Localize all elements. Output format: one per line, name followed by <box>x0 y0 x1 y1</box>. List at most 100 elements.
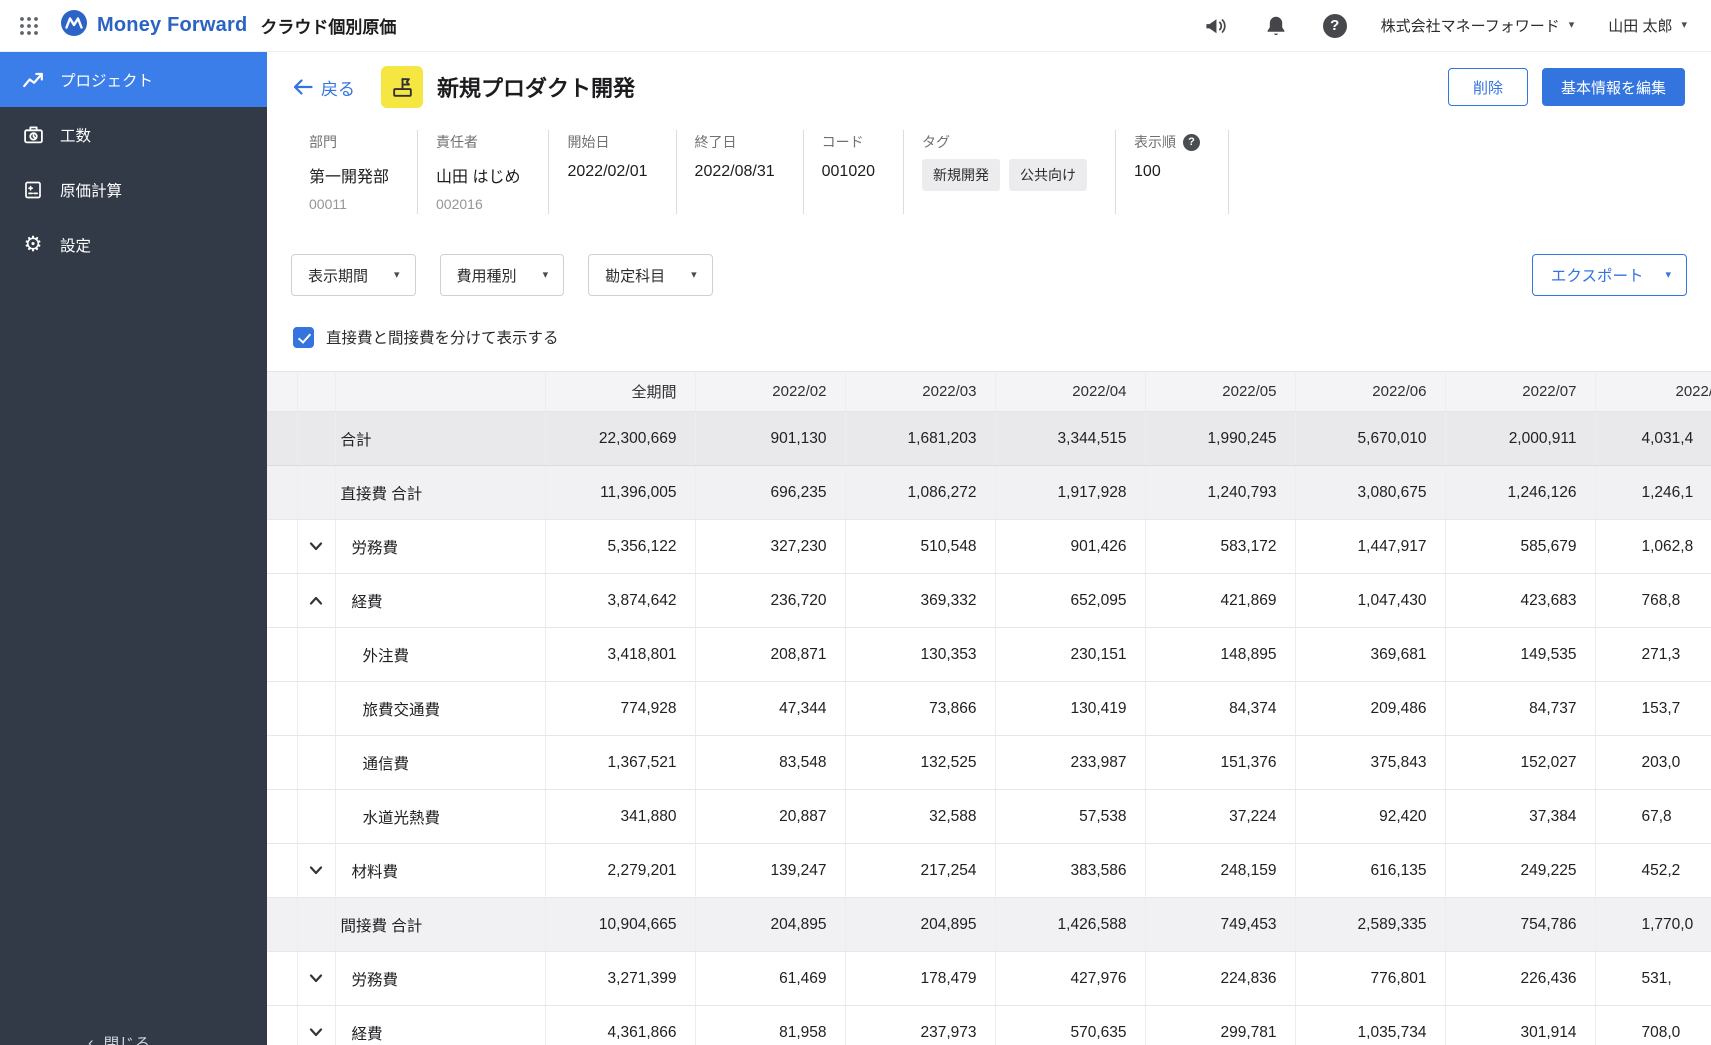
apps-grid-icon[interactable] <box>16 13 42 39</box>
expand-toggle-button[interactable] <box>303 858 329 884</box>
value-cell: 84,374 <box>1145 682 1295 736</box>
value-cell: 776,801 <box>1295 952 1445 1006</box>
help-icon[interactable]: ? <box>1323 14 1347 38</box>
delete-button[interactable]: 削除 <box>1448 68 1528 106</box>
value-cell: 2,279,201 <box>545 844 695 898</box>
table-row: 材料費2,279,201139,247217,254383,586248,159… <box>267 844 1711 898</box>
value-cell: 696,235 <box>695 466 845 520</box>
gear-icon: ⚙ <box>22 234 44 256</box>
brand-name: Money Forward <box>97 14 247 37</box>
edit-basic-info-button[interactable]: 基本情報を編集 <box>1542 68 1685 106</box>
column-header: 2022/03 <box>845 372 995 412</box>
value-cell: 84,737 <box>1445 682 1595 736</box>
sidebar-item-settings[interactable]: ⚙ 設定 <box>0 217 267 272</box>
expand-toggle-button[interactable] <box>303 588 329 614</box>
expand-toggle-button[interactable] <box>303 534 329 560</box>
value-cell: 152,027 <box>1445 736 1595 790</box>
expand-toggle[interactable] <box>297 952 335 1006</box>
info-field-start-date: 開始日 2022/02/01 <box>549 130 676 214</box>
dropdown-label: 表示期間 <box>308 265 368 286</box>
value-cell: 1,426,588 <box>995 898 1145 952</box>
brand-logo[interactable]: Money Forward クラウド個別原価 <box>60 9 396 42</box>
expand-toggle[interactable] <box>297 520 335 574</box>
chevron-down-icon <box>309 866 323 875</box>
column-header: 2022/02 <box>695 372 845 412</box>
value-cell: 1,035,734 <box>1295 1006 1445 1045</box>
value-cell: 2,000,911 <box>1445 412 1595 466</box>
page-header: 戻る 新規プロダクト開発 削除 基本情報を編集 <box>267 52 1711 116</box>
product-name: クラウド個別原価 <box>260 13 396 38</box>
row-gutter <box>297 466 335 520</box>
expand-toggle-button[interactable] <box>303 966 329 992</box>
value-cell: 236,720 <box>695 574 845 628</box>
table-row: 水道光熱費341,88020,88732,58857,53837,22492,4… <box>267 790 1711 844</box>
value-cell: 11,396,005 <box>545 466 695 520</box>
company-menu[interactable]: 株式会社マネーフォワード ▾ <box>1381 15 1575 36</box>
sidebar-item-projects[interactable]: プロジェクト <box>0 52 267 107</box>
split-costs-checkbox[interactable] <box>293 327 314 348</box>
chevron-up-icon <box>309 596 323 605</box>
sidebar-item-manhours[interactable]: 工数 <box>0 107 267 162</box>
row-gutter <box>267 952 297 1006</box>
value-cell: 774,928 <box>545 682 695 736</box>
sidebar-item-costing[interactable]: 原価計算 <box>0 162 267 217</box>
megaphone-icon[interactable] <box>1203 13 1229 39</box>
value-cell: 3,344,515 <box>995 412 1145 466</box>
table-row: 経費4,361,86681,958237,973570,635299,7811,… <box>267 1006 1711 1045</box>
expand-toggle-button[interactable] <box>303 1020 329 1045</box>
table-row: 直接費 合計11,396,005696,2351,086,2721,917,92… <box>267 466 1711 520</box>
value-cell: 237,973 <box>845 1006 995 1045</box>
chevron-down-icon: ▾ <box>1665 270 1671 281</box>
chevron-down-icon: ▾ <box>1681 20 1687 31</box>
value-cell-clipped: 452,2 <box>1595 844 1711 898</box>
value-cell: 301,914 <box>1445 1006 1595 1045</box>
field-label: 責任者 <box>436 132 520 152</box>
notification-bell-icon[interactable] <box>1263 13 1289 39</box>
column-header-empty <box>267 372 297 412</box>
value-cell: 132,525 <box>845 736 995 790</box>
value-cell: 583,172 <box>1145 520 1295 574</box>
value-cell-clipped: 1,770,0 <box>1595 898 1711 952</box>
value-cell: 204,895 <box>845 898 995 952</box>
period-filter-dropdown[interactable]: 表示期間 ▾ <box>291 254 416 296</box>
sidebar-item-label: 設定 <box>60 234 91 256</box>
table-row: 合計22,300,669901,1301,681,2033,344,5151,9… <box>267 412 1711 466</box>
chevron-down-icon: ▾ <box>1569 20 1575 31</box>
info-field-display-order: 表示順 ? 100 <box>1116 130 1229 214</box>
value-cell: 151,376 <box>1145 736 1295 790</box>
sidebar-collapse-button[interactable]: ‹ 閉じる <box>88 1032 150 1045</box>
value-cell: 204,895 <box>695 898 845 952</box>
project-info-strip: 部門 第一開発部 00011 責任者 山田 はじめ 002016 開始日 202… <box>291 130 1687 214</box>
account-filter-dropdown[interactable]: 勘定科目 ▾ <box>588 254 713 296</box>
value-cell: 749,453 <box>1145 898 1295 952</box>
expand-toggle[interactable] <box>297 574 335 628</box>
field-value: 2022/08/31 <box>695 163 775 181</box>
moneyforward-logo-icon <box>60 9 88 42</box>
row-label: 直接費 合計 <box>335 466 545 520</box>
back-button[interactable]: 戻る <box>293 75 355 100</box>
help-icon[interactable]: ? <box>1183 134 1200 151</box>
value-cell-clipped: 708,0 <box>1595 1006 1711 1045</box>
value-cell-clipped: 271,3 <box>1595 628 1711 682</box>
cost-type-filter-dropdown[interactable]: 費用種別 ▾ <box>440 254 565 296</box>
value-cell: 1,447,917 <box>1295 520 1445 574</box>
value-cell: 130,353 <box>845 628 995 682</box>
field-value: 001020 <box>822 163 875 181</box>
field-label: タグ <box>922 132 1087 152</box>
value-cell: 139,247 <box>695 844 845 898</box>
expand-toggle[interactable] <box>297 1006 335 1045</box>
topbar-actions: ? 株式会社マネーフォワード ▾ 山田 太郎 ▾ <box>1203 13 1687 39</box>
value-cell-clipped: 203,0 <box>1595 736 1711 790</box>
arrow-left-icon <box>293 79 313 95</box>
export-button[interactable]: エクスポート ▾ <box>1532 254 1687 296</box>
cost-table-header-row: 全期間2022/022022/032022/042022/052022/0620… <box>267 372 1711 412</box>
sidebar-item-label: 原価計算 <box>60 179 122 201</box>
project-icon <box>381 66 423 108</box>
expand-toggle[interactable] <box>297 844 335 898</box>
user-menu[interactable]: 山田 太郎 ▾ <box>1608 15 1687 36</box>
value-cell: 652,095 <box>995 574 1145 628</box>
sidebar-item-label: 工数 <box>60 124 91 146</box>
value-cell: 5,356,122 <box>545 520 695 574</box>
value-cell: 1,367,521 <box>545 736 695 790</box>
value-cell: 4,361,866 <box>545 1006 695 1045</box>
